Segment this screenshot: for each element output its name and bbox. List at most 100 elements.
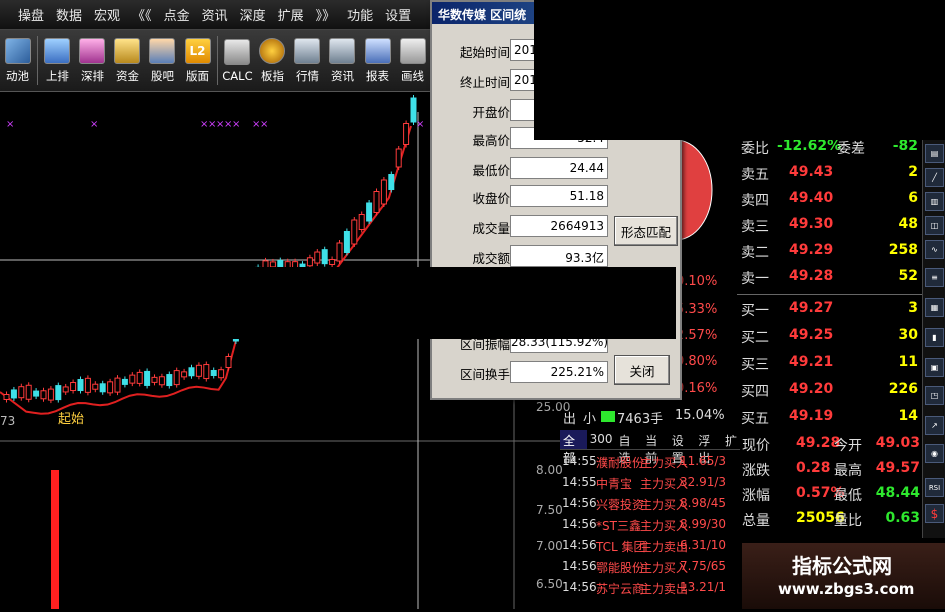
flow-small-label: 出 [563, 412, 577, 427]
menu-item-prev[interactable]: 《《 [126, 5, 158, 24]
dialog-field-label: 开盘价 [472, 105, 510, 120]
buy-row[interactable]: 买四 49.20 226 [737, 377, 922, 403]
signal-marker: × [6, 119, 14, 130]
l2-icon: L2 [184, 37, 211, 64]
tick-tab-current[interactable]: 当前 [642, 430, 669, 465]
sell-volume: 2 [908, 164, 918, 180]
buy-volume: 30 [898, 327, 918, 343]
tick-row[interactable]: 14:55 濮耐股份 主力买入 11.65/3 [560, 454, 740, 474]
dialog-field-value[interactable]: 2664913 [510, 215, 608, 237]
kline-tab-icon[interactable]: ▥ [925, 192, 944, 211]
info-tab-icon[interactable]: ◉ [925, 444, 944, 463]
toolbar-button-calc[interactable]: CALC [220, 30, 255, 91]
summary-value: 0.63 [885, 510, 920, 526]
signal-marker: × [232, 119, 240, 130]
price-left-label: 73 [0, 414, 16, 428]
tick-time: 14:56 [562, 538, 597, 552]
bar-tab-icon[interactable]: ▮ [925, 328, 944, 347]
tick-tab-float[interactable]: 浮出 [695, 430, 722, 465]
toolbar-button-index[interactable]: 板指 [255, 30, 290, 91]
summary-value: 0.28 [796, 460, 831, 476]
pattern-match-button[interactable]: 形态匹配 [614, 216, 678, 246]
close-button[interactable]: 关闭 [614, 355, 670, 385]
list-tab-icon[interactable]: ≡ [925, 268, 944, 287]
menu-item-function[interactable]: 功能 [341, 5, 379, 24]
menu-item-extend[interactable]: 扩展 [272, 5, 310, 24]
buy-row[interactable]: 买二 49.25 30 [737, 323, 922, 349]
redacted-area [0, 267, 676, 339]
menu-item-settings[interactable]: 设置 [379, 5, 417, 24]
sell-row[interactable]: 卖二 49.29 258 [737, 238, 922, 264]
menu-item-dianjin[interactable]: 点金 [158, 5, 196, 24]
tick-tab-all[interactable]: 全部 [560, 430, 587, 465]
menu-item-trade[interactable]: 操盘 [0, 5, 50, 24]
menu-item-depth[interactable]: 深度 [234, 5, 272, 24]
tick-row[interactable]: 14:56 TCL 集团 主力卖出 6.31/10 [560, 538, 740, 558]
buy-row[interactable]: 买一 49.27 3 [737, 296, 922, 322]
toolbar-button-report[interactable]: 报表 [360, 30, 395, 91]
dialog-field-row: 收盘价 51.18 [432, 184, 610, 208]
dialog-field-value[interactable]: 93.3亿 [510, 245, 608, 267]
pool-icon [4, 37, 31, 64]
tick-row[interactable]: 14:56 鄂能股份 主力买入 7.75/65 [560, 559, 740, 579]
menu-item-data[interactable]: 数据 [50, 5, 88, 24]
wave-tab-icon[interactable]: ∿ [925, 240, 944, 259]
dialog-field-label: 成交额 [472, 251, 510, 266]
rsi-tab-icon[interactable]: RSI [925, 478, 944, 497]
grid-tab-icon[interactable]: ▦ [925, 298, 944, 317]
toolbar-button-layout[interactable]: L2 版面 [180, 30, 215, 91]
toolbar-button-deep-rank[interactable]: 深排 [75, 30, 110, 91]
toolbar-button-quote[interactable]: 行情 [290, 30, 325, 91]
line-tab-icon[interactable]: ↗ [925, 416, 944, 435]
menu-item-macro[interactable]: 宏观 [88, 5, 126, 24]
f10-tab-icon[interactable]: ◳ [925, 386, 944, 405]
candle [70, 382, 77, 392]
toolbar-button-draw[interactable]: 画线 [395, 30, 430, 91]
tick-row[interactable]: 14:56 兴蓉投资 主力买入 8.98/45 [560, 496, 740, 516]
toolbar-button-forum[interactable]: 股吧 [145, 30, 180, 91]
candle [166, 374, 173, 387]
dialog-field-value[interactable]: 225.21% [510, 361, 608, 383]
dollar-tab-icon[interactable]: $ [925, 504, 944, 523]
sell-label: 卖二 [741, 245, 769, 261]
volume-bar [51, 470, 59, 609]
sell-price: 49.29 [789, 242, 834, 258]
sell-row[interactable]: 卖五 49.43 2 [737, 160, 922, 186]
tick-row[interactable]: 14:56 苏宁云商 主力卖出 13.21/1 [560, 580, 740, 600]
sell-row[interactable]: 卖四 49.40 6 [737, 186, 922, 212]
dialog-field-row: 区间换手 225.21% [432, 360, 610, 384]
dialog-field-value[interactable]: 51.18 [510, 185, 608, 207]
tick-tab-watchlist[interactable]: 自选 [616, 430, 643, 465]
axis-tick: 8.00 [536, 463, 563, 477]
candle [107, 381, 114, 394]
dialog-field-value[interactable]: 24.44 [510, 157, 608, 179]
summary-value: 48.44 [875, 485, 920, 501]
tick-row[interactable]: 14:56 *ST三鑫 主力买入 8.99/30 [560, 517, 740, 537]
menu-item-next[interactable]: 》》 [310, 5, 342, 24]
candle [358, 214, 365, 230]
buy-price: 49.27 [789, 300, 834, 316]
tick-tab-300[interactable]: 300 [587, 430, 616, 449]
trend-tab-icon[interactable]: ╱ [925, 168, 944, 187]
toolbar-button-news[interactable]: 资讯 [325, 30, 360, 91]
candle [47, 388, 54, 401]
toolbar-button-rank-up[interactable]: 上排 [40, 30, 75, 91]
chart-tab-icon[interactable]: ▤ [925, 144, 944, 163]
summary-label: 最高 [834, 463, 862, 479]
toolbar-button-pool[interactable]: 动池 [0, 30, 35, 91]
rank-up-icon [44, 37, 71, 64]
tick-time: 14:56 [562, 580, 597, 594]
sell-row[interactable]: 卖一 49.28 52 [737, 264, 922, 290]
calculator-icon [224, 38, 251, 65]
candle [3, 394, 10, 400]
menu-item-news[interactable]: 资讯 [196, 5, 234, 24]
flow-tab-icon[interactable]: ◫ [925, 216, 944, 235]
sell-row[interactable]: 卖三 49.30 48 [737, 212, 922, 238]
buy-price: 49.19 [789, 408, 834, 424]
toolbar-button-money[interactable]: 资金 [110, 30, 145, 91]
tick-row[interactable]: 14:55 中青宝 主力买入 32.91/3 [560, 475, 740, 495]
buy-row[interactable]: 买五 49.19 14 [737, 404, 922, 430]
buy-row[interactable]: 买三 49.21 11 [737, 350, 922, 376]
note-tab-icon[interactable]: ▣ [925, 358, 944, 377]
tick-tab-settings[interactable]: 设置 [669, 430, 696, 465]
